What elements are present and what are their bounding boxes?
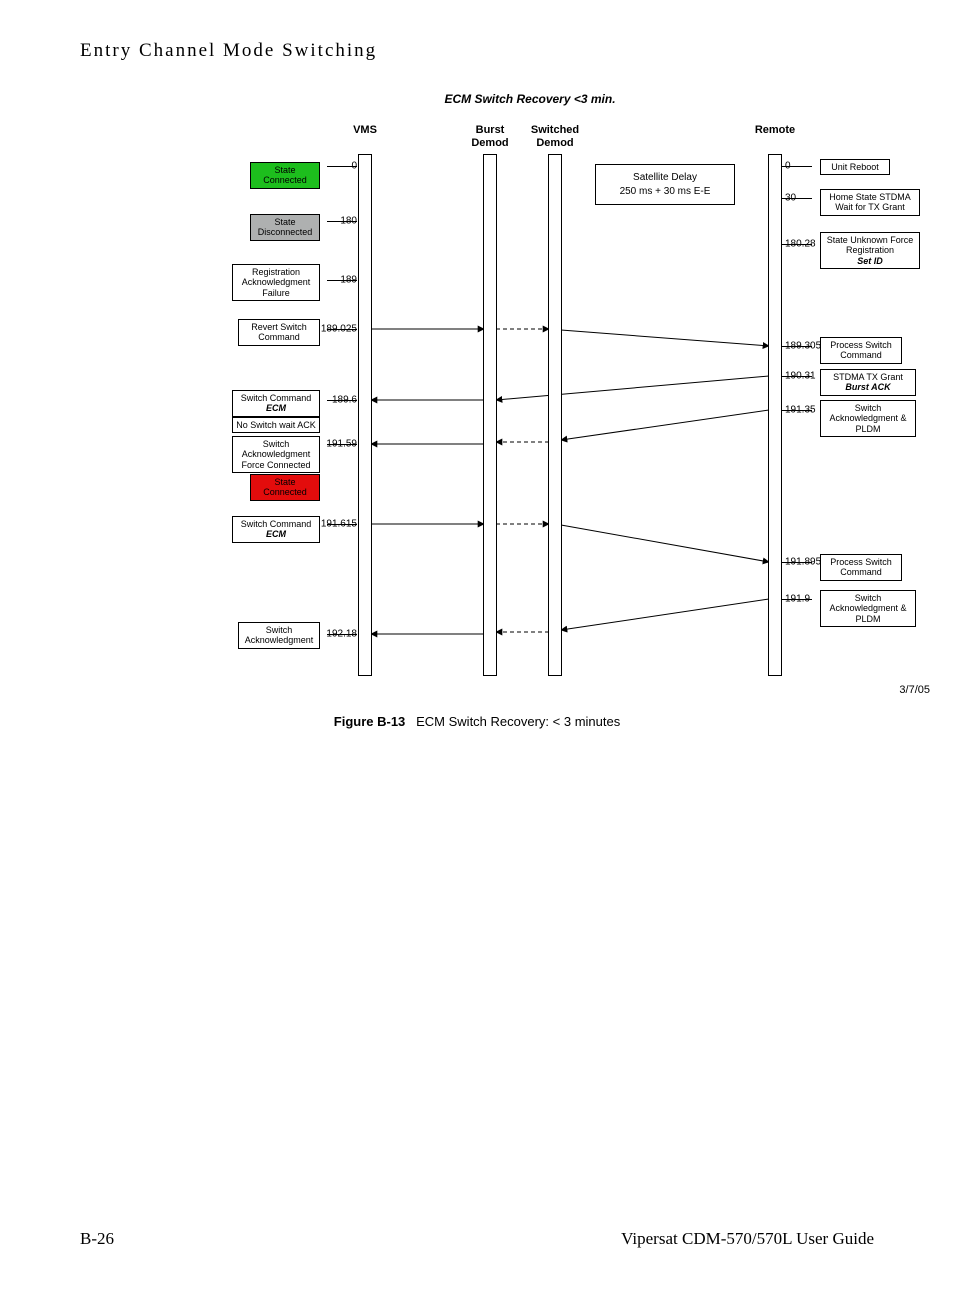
col-head-vms: VMS — [353, 124, 377, 137]
arrow-3 — [496, 376, 769, 400]
figure-label: Figure B-13 — [334, 714, 406, 729]
right-tick-3 — [782, 346, 812, 347]
diagram-date: 3/7/05 — [899, 684, 930, 696]
lifeline-burst — [483, 154, 497, 676]
right-box-5: SwitchAcknowledgment &PLDM — [820, 400, 916, 437]
left-tick-4 — [327, 400, 357, 401]
left-tick-5 — [327, 444, 357, 445]
left-box-3: Revert SwitchCommand — [238, 319, 320, 346]
right-box-7: SwitchAcknowledgment &PLDM — [820, 590, 916, 627]
right-tick-4 — [782, 376, 812, 377]
right-tick-1 — [782, 198, 812, 199]
diagram-wrap: ECM Switch Recovery <3 min. VMS BurstDemo… — [150, 92, 910, 684]
left-tick-6 — [327, 524, 357, 525]
figure-caption: Figure B-13 ECM Switch Recovery: < 3 min… — [80, 714, 874, 729]
left-tick-1 — [327, 221, 357, 222]
right-box-6: Process SwitchCommand — [820, 554, 902, 581]
lifeline-vms — [358, 154, 372, 676]
col-head-swdem: SwitchedDemod — [531, 124, 579, 149]
left-box-5: No Switch wait ACK — [232, 417, 320, 433]
sequence-diagram: VMS BurstDemod SwitchedDemod Remote Satellit… — [150, 124, 910, 684]
guide-name: Vipersat CDM-570/570L User Guide — [621, 1229, 874, 1249]
left-box-9: SwitchAcknowledgment — [238, 622, 320, 649]
satellite-delay-note: Satellite Delay250 ms + 30 ms E-E — [595, 164, 735, 205]
right-tick-2 — [782, 244, 812, 245]
right-box-3: Process SwitchCommand — [820, 337, 902, 364]
col-head-burst: BurstDemod — [471, 124, 508, 149]
lifeline-swdem — [548, 154, 562, 676]
lifeline-remote — [768, 154, 782, 676]
left-tick-0 — [327, 166, 357, 167]
left-box-8: Switch CommandECM — [232, 516, 320, 543]
right-box-0: Unit Reboot — [820, 159, 890, 175]
col-head-remote: Remote — [755, 124, 795, 137]
right-tick-6 — [782, 562, 812, 563]
left-box-7: StateConnected — [250, 474, 320, 501]
right-box-1: Home State STDMAWait for TX Grant — [820, 189, 920, 216]
right-tick-5 — [782, 410, 812, 411]
diagram-title: ECM Switch Recovery <3 min. — [150, 92, 910, 106]
page-header: Entry Channel Mode Switching — [80, 40, 874, 62]
left-box-4: Switch CommandECM — [232, 390, 320, 417]
arrow-2 — [561, 330, 769, 346]
right-tick-0 — [782, 166, 812, 167]
left-tick-2 — [327, 280, 357, 281]
arrow-5 — [561, 410, 769, 440]
right-box-4: STDMA TX GrantBurst ACK — [820, 369, 916, 396]
left-tick-3 — [327, 329, 357, 330]
page-number: B-26 — [80, 1229, 114, 1249]
left-tick-7 — [327, 634, 357, 635]
arrow-10 — [561, 525, 769, 562]
page-footer: B-26 Vipersat CDM-570/570L User Guide — [80, 1229, 874, 1249]
left-box-6: SwitchAcknowledgmentForce Connected — [232, 436, 320, 473]
left-box-2: RegistrationAcknowledgmentFailure — [232, 264, 320, 301]
right-tick-7 — [782, 599, 812, 600]
arrow-11 — [561, 599, 769, 630]
right-box-2: State Unknown ForceRegistrationSet ID — [820, 232, 920, 269]
figure-caption-text: ECM Switch Recovery: < 3 minutes — [416, 714, 620, 729]
page-header-text: Entry Channel Mode Switching — [80, 40, 377, 61]
